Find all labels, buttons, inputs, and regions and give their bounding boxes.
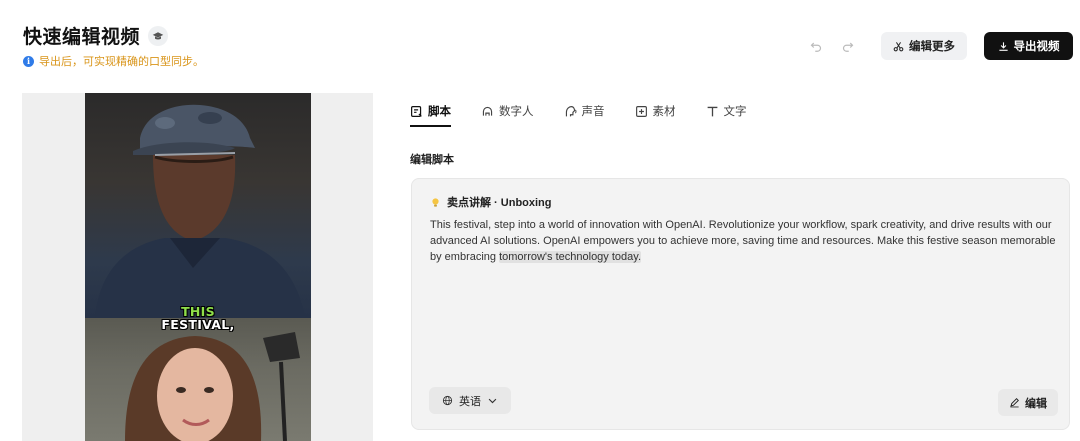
tab-material[interactable]: 素材 <box>635 100 676 122</box>
video-frame-woman <box>85 318 311 441</box>
avatar-icon <box>482 106 493 116</box>
chevron-down-icon <box>488 398 497 404</box>
script-header: 卖点讲解 · Unboxing <box>430 194 552 210</box>
language-label: 英语 <box>459 395 481 408</box>
video-frame-man <box>85 93 311 318</box>
edit-more-label: 编辑更多 <box>909 41 955 53</box>
tab-script[interactable]: 脚本 <box>410 100 451 127</box>
video-preview[interactable]: THIS FESTIVAL, <box>85 93 311 441</box>
tab-label: 素材 <box>652 106 676 118</box>
lightbulb-icon <box>432 197 439 207</box>
tab-label: 脚本 <box>428 106 451 118</box>
language-select[interactable]: 英语 <box>429 387 511 414</box>
tab-label: 声音 <box>581 106 605 118</box>
lip-sync-hint: i 导出后，可实现精确的口型同步。 <box>23 53 204 69</box>
export-video-button[interactable]: 导出视频 <box>984 32 1073 60</box>
graduation-cap-icon[interactable] <box>148 25 169 46</box>
edit-button[interactable]: 编辑 <box>998 389 1058 416</box>
script-icon <box>411 105 422 117</box>
tab-label: 文字 <box>723 106 747 118</box>
editor-tabs: 脚本 数字人 声音 素材 文字 <box>410 100 777 127</box>
download-icon <box>998 41 1008 51</box>
tab-voice[interactable]: 声音 <box>564 100 605 122</box>
redo-icon <box>842 42 854 52</box>
globe-icon <box>442 395 453 406</box>
export-label: 导出视频 <box>1013 41 1060 53</box>
info-icon: i <box>23 55 34 67</box>
scissors-icon <box>893 41 904 51</box>
tab-text[interactable]: 文字 <box>706 100 747 122</box>
page-title: 快速编辑视频 <box>23 27 141 48</box>
tab-avatar[interactable]: 数字人 <box>481 100 534 122</box>
edit-label: 编辑 <box>1025 397 1047 410</box>
page-header: 快速编辑视频 <box>23 22 169 49</box>
undo-icon <box>810 42 822 52</box>
voice-icon <box>565 105 576 116</box>
caption-line-2: FESTIVAL, <box>161 317 235 332</box>
script-editor[interactable]: 卖点讲解 · Unboxing This festival, step into… <box>411 178 1070 430</box>
script-text[interactable]: This festival, step into a world of inno… <box>430 217 1060 265</box>
pencil-icon <box>1010 398 1019 408</box>
script-text-highlight[interactable]: tomorrow's technology today. <box>499 251 642 263</box>
material-icon <box>635 105 647 117</box>
redo-button[interactable] <box>839 37 857 55</box>
script-title: 卖点讲解 · Unboxing <box>447 197 552 209</box>
section-label: 编辑脚本 <box>410 154 454 166</box>
undo-button[interactable] <box>807 37 825 55</box>
text-icon <box>707 106 717 116</box>
tab-label: 数字人 <box>499 106 534 118</box>
edit-more-button[interactable]: 编辑更多 <box>881 32 967 60</box>
hint-text: 导出后，可实现精确的口型同步。 <box>39 56 204 68</box>
